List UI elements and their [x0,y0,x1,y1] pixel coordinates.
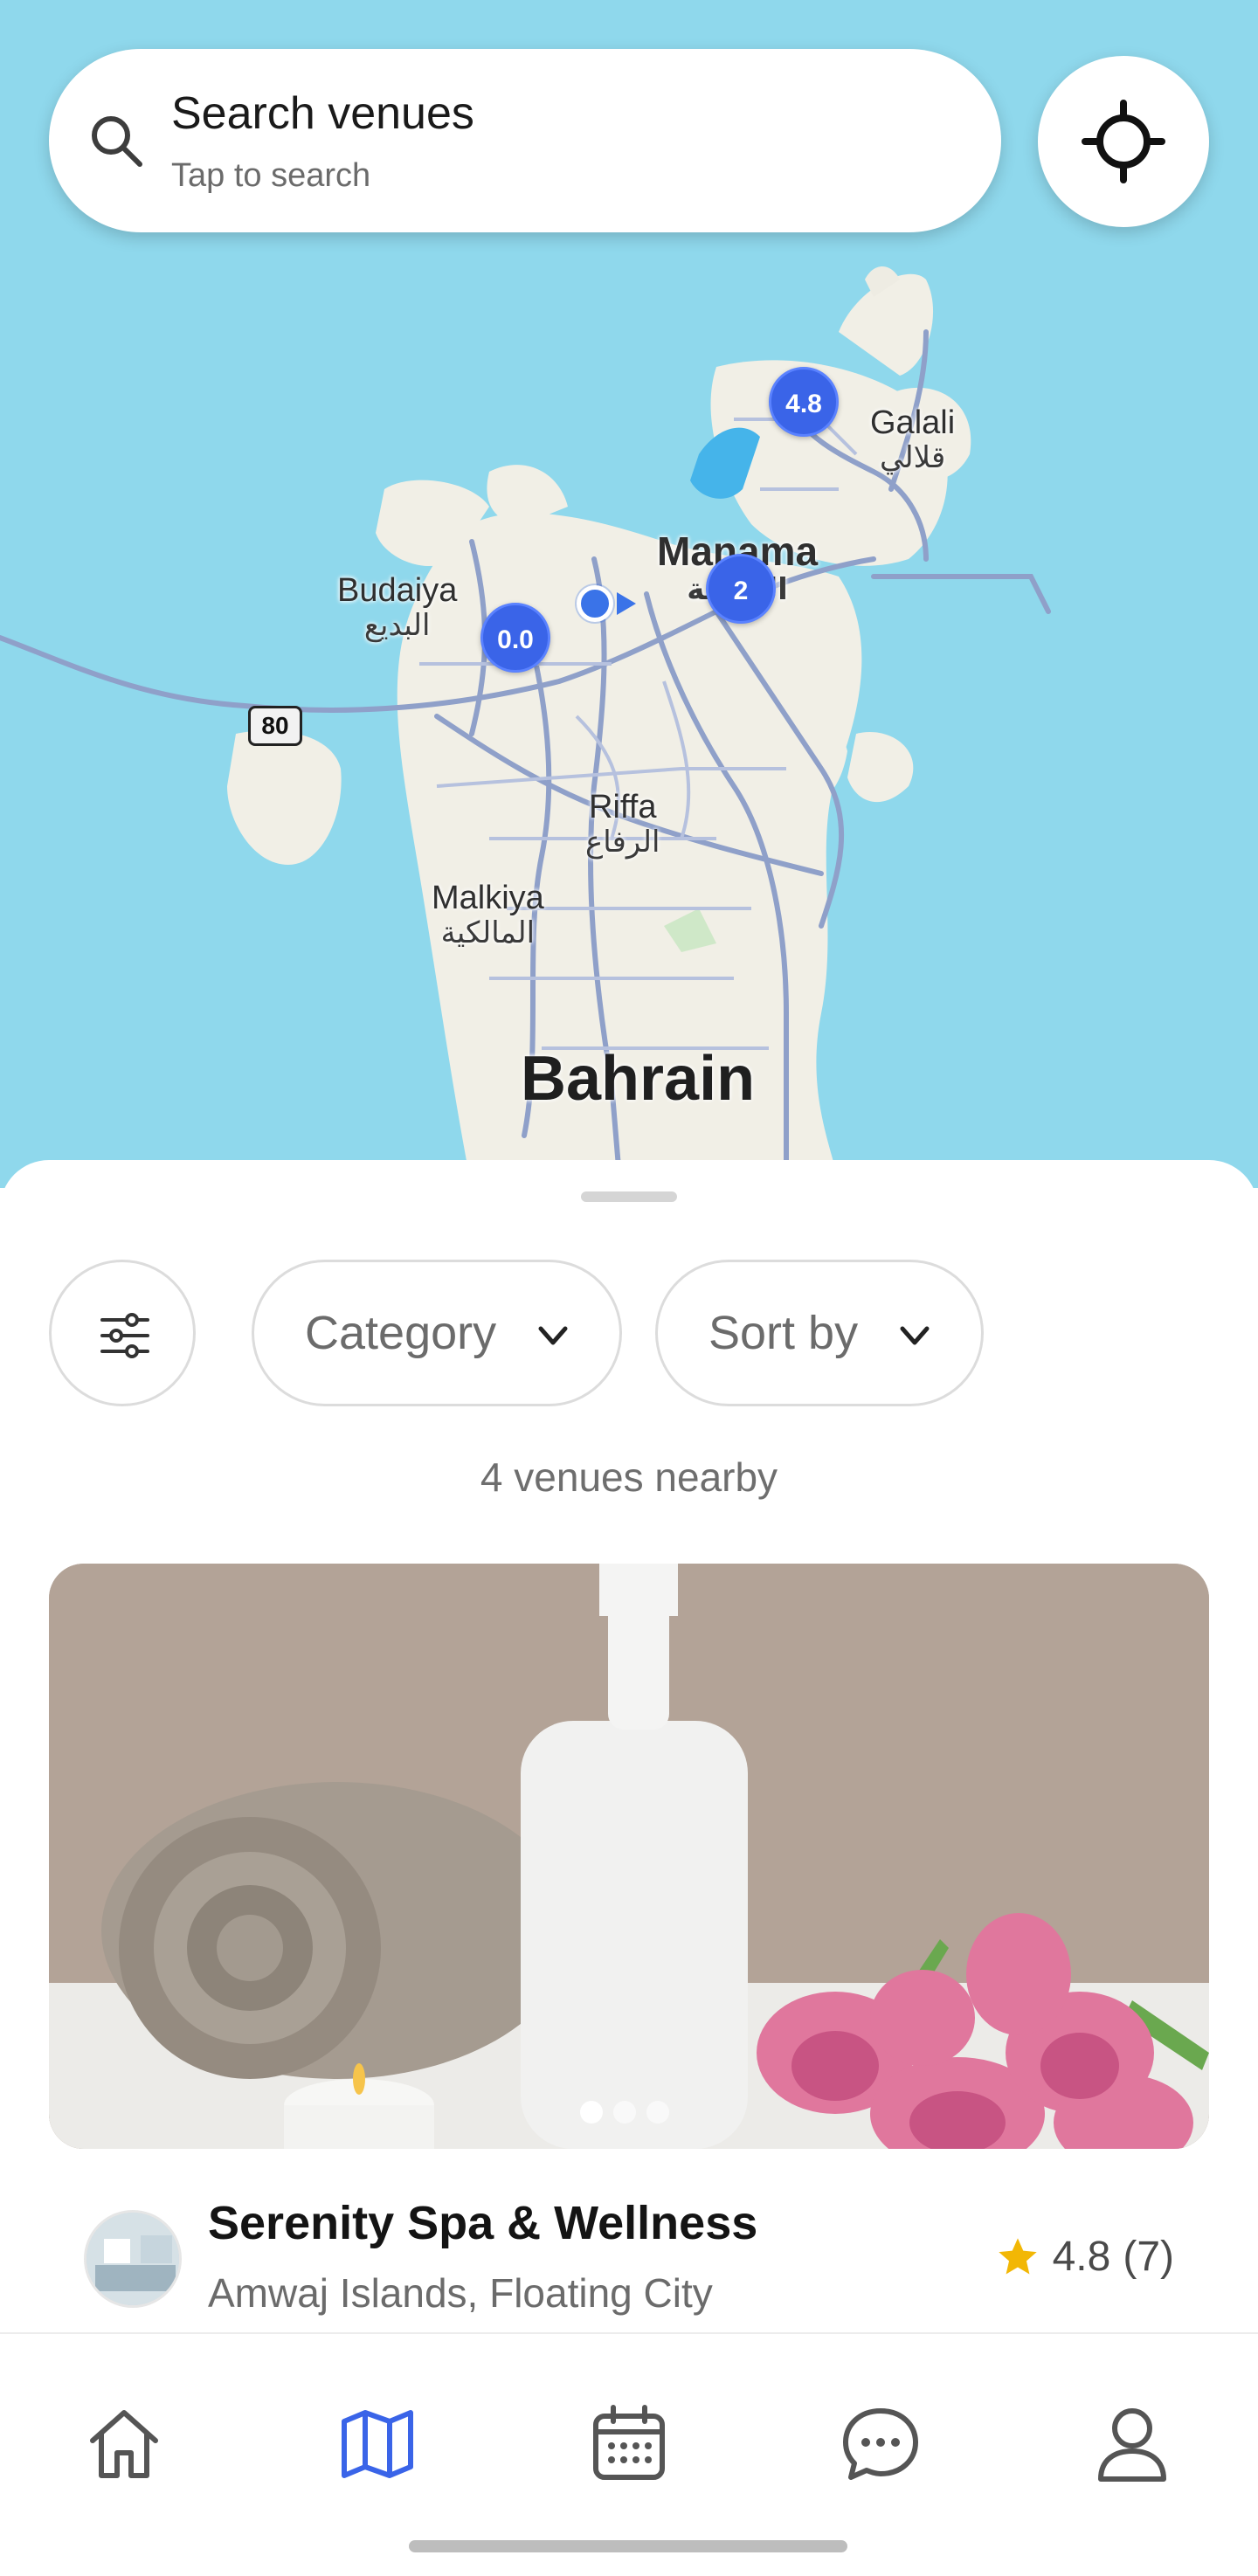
star-icon [998,2237,1037,2274]
category-label: Category [305,1307,497,1359]
venue-pin[interactable]: 0.0 [480,603,550,673]
profile-icon[interactable] [1089,2400,1176,2488]
heading-arrow-icon [617,592,636,615]
place-label-country: Bahrain [521,1044,756,1114]
chat-icon[interactable] [837,2400,924,2488]
calendar-icon[interactable] [585,2400,673,2488]
category-dropdown[interactable]: Category [252,1260,622,1406]
sheet-drag-handle[interactable] [581,1191,677,1202]
venue-name[interactable]: Serenity Spa & Wellness [208,2196,757,2250]
map-view[interactable]: Budaiyaالبديع Manamaالمنامة Galaliقلالي … [0,0,1258,1188]
filters-button[interactable] [49,1260,196,1406]
sort-dropdown[interactable]: Sort by [655,1260,984,1406]
search-title: Search venues [171,88,474,139]
search-bar[interactable]: Search venues Tap to search [49,49,1001,232]
venue-pin[interactable]: 2 [706,554,776,624]
place-label-budaiya: Budaiya البديع [337,572,458,642]
locate-me-button[interactable] [1038,56,1209,227]
place-label-malkiya: Malkiya المالكية [432,880,544,950]
rating-value: 4.8 [1052,2234,1111,2280]
venue-location: Amwaj Islands, Floating City [208,2270,713,2316]
venue-image-carousel[interactable] [49,1564,1209,2149]
place-label-riffa: Riffa الرفاع [585,789,660,859]
sliders-icon [100,1313,149,1358]
venue-pin[interactable]: 4.8 [769,367,839,437]
current-location-dot [577,585,613,622]
venue-rating: 4.8 (7) [995,2233,1174,2281]
venue-photo [49,1564,1209,2149]
sort-label: Sort by [708,1307,859,1359]
place-label-galali: Galali قلالي [870,404,956,474]
carousel-dot[interactable] [580,2101,603,2124]
results-count: 4 venues nearby [480,1454,778,1500]
crosshair-icon [1082,100,1165,183]
chevron-down-icon [900,1326,930,1345]
carousel-dot[interactable] [646,2101,669,2124]
home-icon[interactable] [80,2400,168,2488]
carousel-dots [580,2101,669,2124]
review-count: (7) [1123,2234,1174,2280]
home-indicator [409,2540,847,2552]
search-icon [92,116,142,167]
road-shield: 80 [248,706,302,746]
carousel-dot[interactable] [613,2101,636,2124]
venue-avatar [84,2210,182,2308]
map-icon[interactable] [334,2400,421,2488]
chevron-down-icon [538,1326,568,1345]
search-subtitle: Tap to search [171,157,371,194]
